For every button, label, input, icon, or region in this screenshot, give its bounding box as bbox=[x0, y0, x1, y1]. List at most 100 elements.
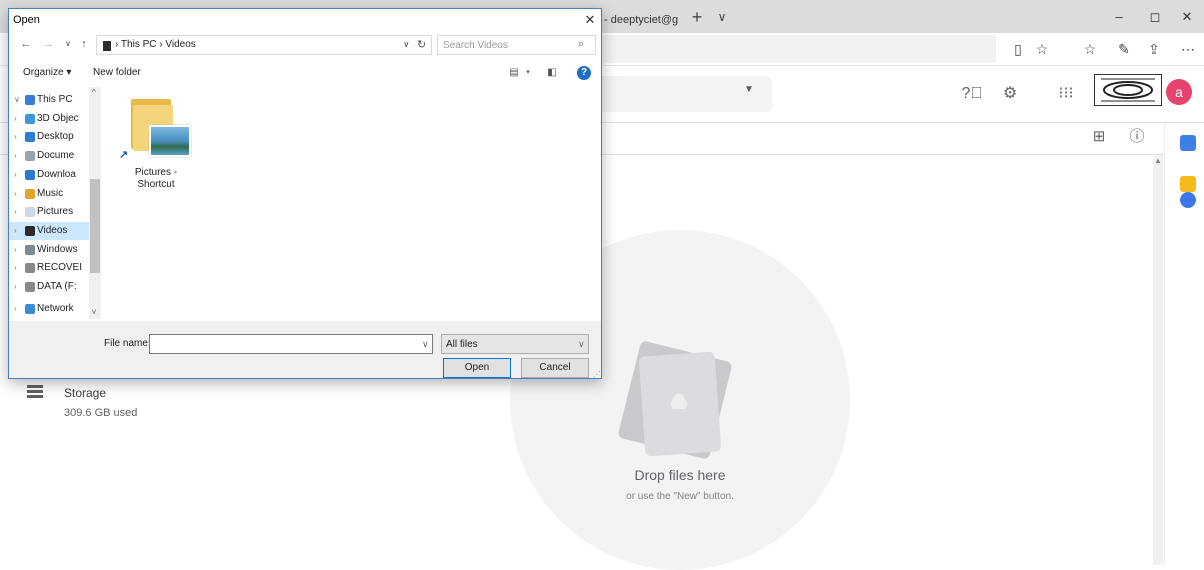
folder-icon bbox=[25, 244, 35, 255]
tree-item[interactable]: › Desktop bbox=[9, 128, 89, 146]
tree-scroll-thumb[interactable] bbox=[90, 179, 100, 273]
tree-item[interactable]: › RECOVEI bbox=[9, 259, 89, 277]
tree-item[interactable]: › Pictures bbox=[9, 203, 89, 221]
preview-pane-icon[interactable]: ◧ bbox=[545, 67, 559, 79]
file-name-input[interactable]: ∨ bbox=[149, 334, 433, 354]
path-dropdown-icon[interactable]: ∨ bbox=[403, 39, 410, 50]
tree-item[interactable]: › Music bbox=[9, 185, 89, 203]
resize-grip-icon[interactable]: ⋰ bbox=[593, 370, 601, 379]
organize-button[interactable]: Organize ▾ bbox=[23, 67, 71, 78]
tasks-icon[interactable] bbox=[1180, 192, 1196, 208]
tree-item-label: Docume bbox=[37, 150, 75, 162]
tree-chevron-icon[interactable]: › bbox=[14, 278, 17, 296]
tree-chevron-icon[interactable]: › bbox=[14, 241, 17, 259]
tree-chevron-icon[interactable]: › bbox=[14, 185, 17, 203]
scroll-up-icon[interactable]: ▲ bbox=[1154, 156, 1162, 165]
folder-icon bbox=[25, 188, 35, 199]
favorite-star-icon[interactable]: ☆ bbox=[1030, 38, 1054, 60]
folder-icon bbox=[25, 263, 35, 274]
view-options-icon[interactable]: ▾ bbox=[521, 67, 535, 79]
tab-list-button[interactable]: ∨ bbox=[712, 7, 732, 27]
main-scrollbar[interactable] bbox=[1153, 155, 1163, 565]
change-view-icon[interactable]: ▤ bbox=[507, 67, 521, 79]
grid-view-icon[interactable]: ⊞ bbox=[1088, 126, 1110, 148]
settings-gear-icon[interactable]: ⚙ bbox=[998, 82, 1022, 106]
up-arrow-icon[interactable]: ↑ bbox=[77, 37, 91, 51]
tree-item-label: Videos bbox=[37, 224, 68, 236]
info-icon[interactable]: ⓘ bbox=[1126, 126, 1148, 148]
calendar-icon[interactable] bbox=[1180, 135, 1196, 151]
tree-item[interactable]: › Downloa bbox=[9, 166, 89, 184]
search-icon[interactable]: ⌕ bbox=[578, 38, 584, 51]
tree-scroll-down-icon[interactable]: v bbox=[92, 307, 96, 316]
tree-item-label: DATA (F: bbox=[37, 281, 77, 292]
forward-arrow-icon[interactable]: → bbox=[41, 37, 55, 51]
tree-chevron-icon[interactable]: › bbox=[14, 222, 17, 240]
tree-chevron-icon[interactable]: › bbox=[14, 110, 17, 128]
tree-chevron-icon[interactable]: › bbox=[14, 166, 17, 184]
back-arrow-icon[interactable]: ← bbox=[19, 37, 33, 51]
tree-item-label: Downloa bbox=[37, 168, 76, 180]
account-avatar[interactable]: a bbox=[1166, 79, 1192, 105]
apps-grid-icon[interactable]: ⁝⁝⁝ bbox=[1054, 82, 1078, 106]
new-tab-button[interactable]: + bbox=[686, 7, 708, 27]
open-button[interactable]: Open bbox=[443, 358, 511, 378]
cancel-button[interactable]: Cancel bbox=[521, 358, 589, 378]
address-path-bar[interactable]: › This PC › Videos ∨ ↻ bbox=[96, 35, 432, 55]
file-type-dropdown-icon[interactable]: ∨ bbox=[578, 339, 585, 350]
help-icon[interactable]: ?⃝ bbox=[960, 82, 984, 106]
keep-icon[interactable] bbox=[1180, 176, 1196, 192]
tree-chevron-icon[interactable]: › bbox=[14, 203, 17, 221]
search-options-icon[interactable]: ▼ bbox=[744, 84, 754, 95]
tree-item[interactable]: › Videos bbox=[9, 221, 89, 240]
recent-locations-icon[interactable]: ∨ bbox=[61, 37, 75, 51]
tree-item[interactable]: › 3D Objec bbox=[9, 110, 89, 128]
pen-icon[interactable]: ✎ bbox=[1112, 38, 1136, 60]
tree-chevron-icon[interactable]: › bbox=[14, 128, 17, 146]
minimize-button[interactable]: – bbox=[1104, 6, 1134, 28]
tree-item[interactable]: › Windows bbox=[9, 241, 89, 259]
photo-thumbnail bbox=[149, 125, 191, 157]
file-name-dropdown-icon[interactable]: ∨ bbox=[422, 339, 429, 350]
tree-item-label: Network bbox=[37, 302, 74, 314]
open-file-dialog: Open ✕ ← → ∨ ↑ › This PC › Videos ∨ ↻ Se… bbox=[8, 8, 602, 379]
reading-view-icon[interactable]: ▯ bbox=[1006, 38, 1030, 60]
tree-item-label: Desktop bbox=[37, 131, 74, 143]
file-item-pictures-shortcut[interactable]: ↗ Pictures - Shortcut bbox=[119, 95, 193, 195]
tree-item[interactable]: › Network bbox=[9, 300, 89, 318]
storage-icon[interactable] bbox=[27, 385, 43, 399]
more-icon[interactable]: ⋯ bbox=[1176, 38, 1200, 60]
tree-chevron-icon[interactable]: › bbox=[14, 300, 17, 318]
file-type-select[interactable]: All files ∨ bbox=[441, 334, 589, 354]
command-bar: Organize ▾ New folder ▤ ▾ ◧ ? bbox=[9, 61, 601, 85]
new-folder-button[interactable]: New folder bbox=[93, 67, 141, 78]
folder-icon bbox=[25, 207, 35, 218]
tree-chevron-icon[interactable]: › bbox=[14, 259, 17, 277]
tree-chevron-icon[interactable]: ∨ bbox=[14, 91, 20, 109]
tree-item[interactable]: › Docume bbox=[9, 147, 89, 165]
organization-logo bbox=[1094, 74, 1162, 106]
tree-scroll-up-icon[interactable]: ^ bbox=[92, 88, 96, 97]
tree-item-label: 3D Objec bbox=[37, 112, 79, 124]
dialog-close-button[interactable]: ✕ bbox=[581, 11, 599, 29]
folder-icon bbox=[25, 282, 35, 292]
storage-used-text: 309.6 GB used bbox=[64, 407, 138, 419]
search-videos-field[interactable]: Search Videos ⌕ bbox=[437, 35, 596, 55]
help-icon[interactable]: ? bbox=[577, 66, 591, 80]
tab-google-drive[interactable]: - deeptyciet@g bbox=[598, 6, 682, 33]
videos-folder-icon bbox=[103, 41, 111, 51]
favorites-list-icon[interactable]: ☆ bbox=[1078, 38, 1102, 60]
tree-item[interactable]: › DATA (F: bbox=[9, 278, 89, 296]
tree-item-label: Music bbox=[37, 187, 64, 199]
storage-label[interactable]: Storage bbox=[64, 386, 106, 400]
refresh-icon[interactable]: ↻ bbox=[417, 38, 426, 51]
breadcrumb[interactable]: › This PC › Videos bbox=[115, 39, 196, 50]
tree-chevron-icon[interactable]: › bbox=[14, 147, 17, 165]
url-field[interactable] bbox=[600, 35, 996, 63]
drive-logo-icon bbox=[670, 394, 688, 409]
maximize-button[interactable]: ◻ bbox=[1140, 6, 1170, 28]
window-close-button[interactable]: ✕ bbox=[1172, 6, 1202, 28]
tree-item[interactable]: ∨ This PC bbox=[9, 91, 89, 109]
share-icon[interactable]: ⇪ bbox=[1142, 38, 1166, 60]
shortcut-arrow-icon: ↗ bbox=[119, 149, 129, 161]
